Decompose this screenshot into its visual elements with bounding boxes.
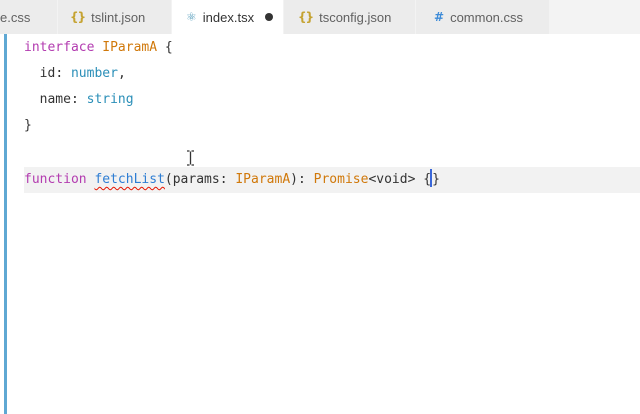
editor-gutter-indicator	[4, 34, 7, 414]
tab-label: tsconfig.json	[319, 9, 392, 25]
builtin-type-token: number	[70, 66, 118, 81]
react-atom-icon: ⚛	[186, 10, 197, 24]
type-token: Promise	[313, 172, 369, 187]
tab-tslint-json[interactable]: {} tslint.json	[58, 0, 172, 34]
code-line-3[interactable]: name: string	[24, 87, 134, 113]
css-hash-icon: #	[434, 10, 445, 24]
code-line-1[interactable]: interface IParamA {	[24, 35, 173, 61]
tab-label: tslint.json	[91, 9, 146, 25]
brace-token: }	[432, 172, 440, 187]
punctuation-token: ,	[117, 66, 126, 81]
function-name-token-error: fetchList	[94, 172, 165, 187]
keyword-token: interface	[24, 40, 95, 55]
punctuation-token: :	[55, 66, 71, 81]
tab-common-css-partial[interactable]: e.css	[0, 0, 58, 34]
keyword-token: function	[24, 172, 87, 187]
code-editor[interactable]: interface IParamA { id: number, name: st…	[0, 34, 640, 414]
code-line-2[interactable]: id: number,	[24, 61, 126, 87]
json-braces-icon: {}	[70, 10, 86, 24]
property-token: id	[39, 66, 56, 81]
json-braces-icon: {}	[298, 10, 314, 24]
property-token: name	[39, 92, 71, 107]
punctuation-token: {	[157, 40, 173, 55]
tab-common-css[interactable]: # common.css	[416, 0, 550, 34]
tab-tsconfig-json[interactable]: {} tsconfig.json	[284, 0, 416, 34]
punctuation-token: (	[164, 172, 173, 187]
code-line-4[interactable]: }	[24, 113, 32, 139]
tab-label: e.css	[0, 9, 31, 25]
tab-label: common.css	[450, 9, 524, 25]
builtin-type-token: string	[86, 92, 134, 107]
punctuation-token: ):	[290, 172, 314, 187]
punctuation-token: }	[24, 118, 32, 133]
unsaved-changes-dot-icon[interactable]	[265, 13, 273, 21]
type-token: void	[376, 172, 408, 187]
type-token: IParamA	[235, 172, 291, 187]
tab-index-tsx[interactable]: ⚛ index.tsx	[172, 0, 284, 34]
editor-tab-bar: e.css {} tslint.json ⚛ index.tsx {} tsco…	[0, 0, 640, 34]
punctuation-token: :	[70, 92, 87, 107]
code-line-6-current[interactable]: function fetchList(params: IParamA): Pro…	[24, 167, 640, 193]
parameter-token: params	[172, 172, 220, 187]
type-token: IParamA	[102, 40, 158, 55]
tab-label: index.tsx	[202, 9, 255, 25]
ibeam-cursor-icon	[187, 150, 194, 166]
punctuation-token: :	[219, 172, 236, 187]
